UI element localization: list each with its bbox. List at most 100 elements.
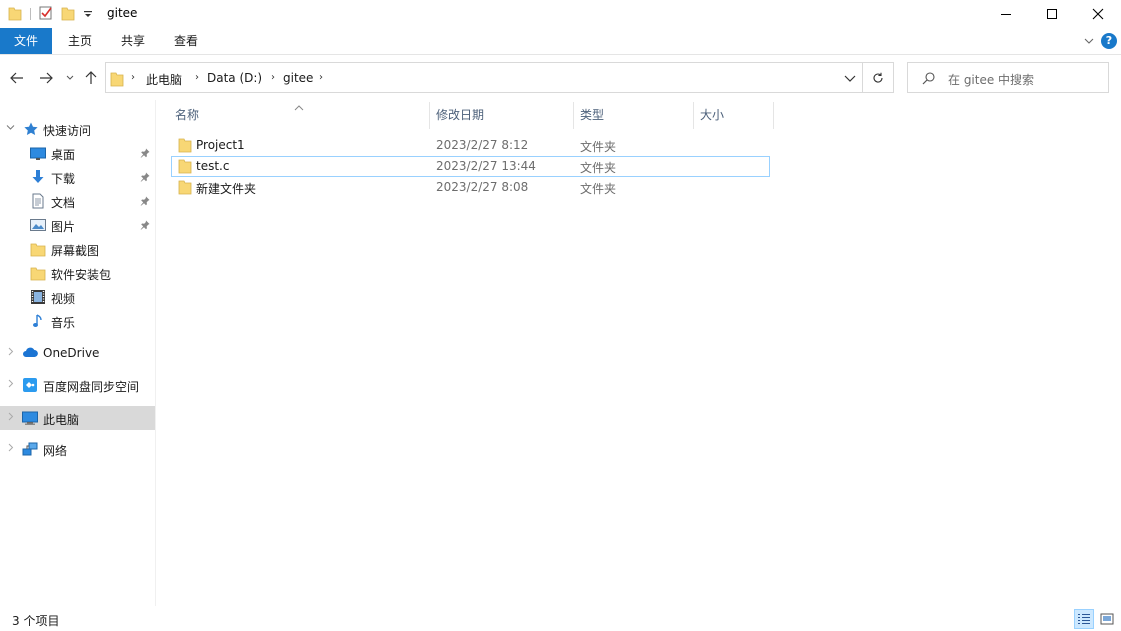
folder-icon [110,71,124,90]
maximize-button[interactable] [1029,0,1075,28]
navigation-bar: › 此电脑 › Data (D:) › gitee › 在 gitee 中搜索 [0,56,1121,100]
picture-icon [30,217,46,233]
nav-label: 屏幕截图 [51,244,100,258]
folder-icon [178,137,192,156]
search-icon [922,71,936,88]
file-name: Project1 [196,138,245,152]
search-input[interactable]: 在 gitee 中搜索 [948,71,1034,88]
properties-icon[interactable] [38,5,54,24]
nav-label: 桌面 [51,148,76,162]
nav-quick-access[interactable]: 快速访问 [0,118,155,140]
chevron-right-icon[interactable]: › [319,72,323,83]
file-type: 文件夹 [580,161,617,175]
file-date: 2023/2/27 8:08 [436,180,529,194]
table-row[interactable]: 新建文件夹 2023/2/27 8:08 文件夹 [171,177,770,198]
nav-label: 此电脑 [43,413,80,427]
column-header-name[interactable]: 名称 [169,102,430,129]
chevron-right-icon[interactable] [6,443,15,455]
nav-label: 快速访问 [43,124,92,138]
file-date: 2023/2/27 13:44 [436,159,536,173]
folder-icon [178,179,192,198]
nav-label: 图片 [51,220,76,234]
breadcrumb-gitee[interactable]: gitee [283,71,313,85]
navigation-pane: 快速访问 桌面 下载 文档 图片 屏幕截图 软件安装包 视频 音乐 OneDri… [0,100,156,606]
large-icons-view-button[interactable] [1097,609,1117,629]
breadcrumb-data-drive[interactable]: Data (D:) [207,71,262,85]
chevron-right-icon[interactable]: › [271,72,275,83]
back-button[interactable] [7,68,27,88]
chevron-right-icon[interactable] [6,379,15,391]
file-name: 新建文件夹 [196,182,257,196]
column-header-size[interactable]: 大小 [694,102,774,129]
nav-label: 音乐 [51,316,76,330]
address-dropdown-icon[interactable] [844,72,856,86]
chevron-right-icon[interactable] [6,347,15,359]
nav-item-music[interactable]: 音乐 [0,310,155,332]
status-bar: 3 个项目 [0,606,1121,631]
baidu-netdisk-icon [22,377,38,393]
folder-icon [178,158,192,177]
nav-baidu-sync[interactable]: 百度网盘同步空间 [0,374,155,396]
minimize-button[interactable] [983,0,1029,28]
folder-icon [8,5,22,24]
window-title: gitee [107,6,138,20]
refresh-button[interactable] [863,62,894,93]
close-button[interactable] [1075,0,1121,28]
nav-label: 网络 [43,444,68,458]
nav-label: 软件安装包 [51,268,112,282]
tab-share[interactable]: 共享 [109,28,157,54]
forward-button[interactable] [36,68,56,88]
column-header-date[interactable]: 修改日期 [430,102,574,129]
network-icon [22,441,38,457]
music-icon [30,313,46,329]
customize-toolbar-icon[interactable] [83,9,93,23]
file-type: 文件夹 [580,140,617,154]
details-view-button[interactable] [1074,609,1094,629]
nav-item-software[interactable]: 软件安装包 [0,262,155,284]
help-icon[interactable]: ? [1101,33,1117,49]
tab-view[interactable]: 查看 [162,28,210,54]
folder-icon [30,265,46,281]
file-list: 名称 修改日期 类型 大小 Project1 2023/2/27 8:12 文件… [157,100,1121,606]
nav-item-screenshots[interactable]: 屏幕截图 [0,238,155,260]
table-row[interactable]: test.c 2023/2/27 13:44 文件夹 [171,156,770,177]
toolbar-separator [30,8,31,20]
chevron-right-icon[interactable]: › [195,72,199,83]
up-button[interactable] [81,68,101,88]
new-folder-icon[interactable] [61,5,75,24]
pin-icon [140,147,150,161]
nav-item-downloads[interactable]: 下载 [0,166,155,188]
file-date: 2023/2/27 8:12 [436,138,529,152]
tab-home[interactable]: 主页 [56,28,104,54]
nav-label: 文档 [51,196,76,210]
breadcrumb-this-pc[interactable]: 此电脑 [146,71,182,88]
nav-label: 视频 [51,292,76,306]
nav-item-desktop[interactable]: 桌面 [0,142,155,164]
expand-ribbon-icon[interactable] [1083,35,1095,50]
chevron-down-icon[interactable] [6,123,15,135]
recent-locations-button[interactable] [60,68,80,88]
search-box[interactable]: 在 gitee 中搜索 [907,62,1109,93]
chevron-right-icon[interactable] [6,412,15,424]
file-type: 文件夹 [580,182,617,196]
item-count: 3 个项目 [12,614,60,628]
table-row[interactable]: Project1 2023/2/27 8:12 文件夹 [171,135,770,156]
column-header-type[interactable]: 类型 [574,102,694,129]
pin-icon [140,219,150,233]
title-bar: gitee [0,0,1121,28]
nav-item-pictures[interactable]: 图片 [0,214,155,236]
nav-network[interactable]: 网络 [0,438,155,460]
nav-this-pc[interactable]: 此电脑 [0,406,155,430]
chevron-right-icon[interactable]: › [131,72,135,83]
nav-item-documents[interactable]: 文档 [0,190,155,212]
cloud-icon [22,345,38,361]
tab-file[interactable]: 文件 [0,28,52,54]
nav-item-videos[interactable]: 视频 [0,286,155,308]
star-icon [23,121,39,137]
nav-onedrive[interactable]: OneDrive [0,342,155,364]
address-bar[interactable]: › 此电脑 › Data (D:) › gitee › [105,62,863,93]
computer-icon [22,410,38,426]
folder-icon [30,241,46,257]
nav-label: OneDrive [43,346,100,360]
nav-label: 下载 [51,172,76,186]
